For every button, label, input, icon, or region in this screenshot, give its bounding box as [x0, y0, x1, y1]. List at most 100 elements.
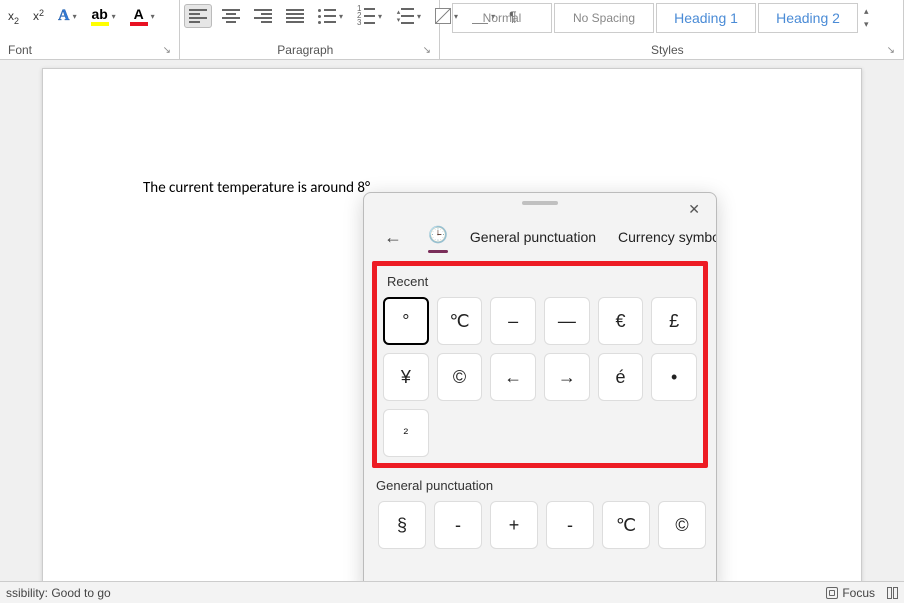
recent-grid: ° ℃ – — € £ ¥ © ← → é • ² — [383, 297, 697, 457]
align-center-icon — [222, 9, 240, 23]
text-effects-icon: A — [58, 7, 70, 25]
align-left-button[interactable] — [184, 4, 212, 28]
status-right: Focus — [826, 586, 898, 600]
paragraph-dialog-launcher[interactable]: ↘ — [423, 45, 431, 56]
ribbon-group-paragraph: ▾ 1 2 3 ▾ ▴▾ ▾ — [180, 0, 440, 59]
chevron-down-icon: ▾ — [151, 12, 155, 21]
style-name: Heading 2 — [776, 10, 840, 26]
symbol-eacute[interactable]: é — [598, 353, 644, 401]
bullets-button[interactable]: ▾ — [314, 4, 347, 28]
symbol-copyright-gp[interactable]: © — [658, 501, 706, 549]
group-label-paragraph: Paragraph — [188, 43, 423, 57]
arrow-left-icon: ← — [384, 227, 402, 247]
clock-icon: 🕒 — [428, 227, 448, 244]
chevron-down-icon: ▾ — [339, 12, 343, 21]
style-tile-normal[interactable]: Normal — [452, 3, 552, 33]
line-spacing-button[interactable]: ▴▾ ▾ — [392, 4, 425, 28]
back-button[interactable]: ← — [378, 223, 408, 252]
symbol-bullet[interactable]: • — [651, 353, 697, 401]
symbol-degree[interactable]: ° — [383, 297, 429, 345]
line-spacing-icon: ▴▾ — [396, 8, 414, 24]
general-punctuation-section: General punctuation § - + - ℃ © — [372, 478, 708, 549]
focus-label: Focus — [842, 586, 875, 600]
read-mode-button[interactable] — [887, 587, 898, 599]
symbol-copyright[interactable]: © — [437, 353, 483, 401]
chevron-down-icon: ▾ — [417, 12, 421, 21]
ribbon-group-styles: Normal No Spacing Heading 1 Heading 2 ▴ … — [440, 0, 904, 59]
close-button[interactable]: ✕ — [682, 199, 706, 220]
symbol-hyphen[interactable]: - — [434, 501, 482, 549]
font-color-button[interactable]: A ▾ — [126, 4, 159, 28]
focus-icon — [826, 587, 838, 599]
close-icon: ✕ — [688, 201, 700, 217]
styles-gallery[interactable]: Normal No Spacing Heading 1 Heading 2 ▴ … — [444, 2, 899, 34]
status-left: ssibility: Good to go — [6, 586, 111, 600]
recent-title: Recent — [387, 274, 697, 289]
tab-currency-symbols[interactable]: Currency symbols — [616, 223, 716, 251]
style-tile-nospacing[interactable]: No Spacing — [554, 3, 654, 33]
symbol-celsius[interactable]: ℃ — [437, 297, 483, 345]
symbol-right-arrow[interactable]: → — [544, 353, 590, 401]
recent-section-highlight: Recent ° ℃ – — € £ ¥ © ← → é • ² — [372, 261, 708, 468]
group-label-styles: Styles — [448, 43, 887, 57]
style-name: No Spacing — [573, 11, 635, 25]
chevron-down-icon: ▾ — [378, 12, 382, 21]
font-controls: x2 x2 A ▾ ab ▾ A — [4, 2, 175, 30]
panel-body: Recent ° ℃ – — € £ ¥ © ← → é • ² General… — [364, 261, 716, 593]
styles-more-button[interactable]: ▴ ▾ — [864, 6, 869, 30]
superscript-icon: x2 — [33, 9, 44, 23]
tab-recent[interactable]: 🕒 — [426, 219, 450, 255]
subscript-button[interactable]: x2 — [4, 4, 23, 28]
general-punctuation-grid: § - + - ℃ © — [376, 501, 708, 549]
numbering-icon: 1 2 3 — [357, 7, 375, 25]
symbol-euro[interactable]: € — [598, 297, 644, 345]
align-justify-button[interactable] — [282, 4, 308, 28]
subscript-icon: x2 — [8, 9, 19, 23]
font-dialog-launcher[interactable]: ↘ — [163, 45, 171, 56]
symbol-emdash[interactable]: — — [544, 297, 590, 345]
ribbon: x2 x2 A ▾ ab ▾ A — [0, 0, 904, 60]
align-center-button[interactable] — [218, 4, 244, 28]
styles-dialog-launcher[interactable]: ↘ — [887, 45, 895, 56]
symbol-plus[interactable]: + — [490, 501, 538, 549]
align-right-button[interactable] — [250, 4, 276, 28]
read-mode-icon — [893, 587, 898, 599]
symbol-panel: ✕ ← 🕒 General punctuation Currency symbo… — [363, 192, 717, 594]
bullets-icon — [318, 9, 336, 24]
numbering-button[interactable]: 1 2 3 ▾ — [353, 4, 386, 28]
ribbon-groups: x2 x2 A ▾ ab ▾ A — [0, 0, 904, 59]
font-color-icon: A — [130, 6, 148, 26]
chevron-down-icon: ▾ — [112, 12, 116, 21]
superscript-button[interactable]: x2 — [29, 4, 48, 28]
symbol-celsius-gp[interactable]: ℃ — [602, 501, 650, 549]
group-label-font: Font — [8, 43, 32, 57]
focus-mode-button[interactable]: Focus — [826, 586, 875, 600]
chevron-down-icon: ▾ — [73, 12, 77, 21]
align-justify-icon — [286, 9, 304, 23]
tab-general-punctuation[interactable]: General punctuation — [468, 223, 598, 251]
accessibility-status[interactable]: ssibility: Good to go — [6, 586, 111, 600]
read-mode-icon — [887, 587, 892, 599]
style-name: Heading 1 — [674, 10, 738, 26]
panel-titlebar[interactable]: ✕ — [364, 193, 716, 213]
panel-tabs: ← 🕒 General punctuation Currency symbols — [364, 213, 716, 261]
symbol-endash[interactable]: – — [490, 297, 536, 345]
symbol-left-arrow[interactable]: ← — [490, 353, 536, 401]
style-name: Normal — [483, 11, 522, 25]
align-left-icon — [189, 9, 207, 23]
panel-grip-icon — [522, 201, 558, 205]
highlight-color-button[interactable]: ab ▾ — [87, 4, 120, 28]
symbol-yen[interactable]: ¥ — [383, 353, 429, 401]
align-right-icon — [254, 9, 272, 23]
status-bar: ssibility: Good to go Focus — [0, 581, 904, 603]
style-tile-heading2[interactable]: Heading 2 — [758, 3, 858, 33]
highlight-icon: ab — [91, 6, 109, 26]
ribbon-group-font: x2 x2 A ▾ ab ▾ A — [0, 0, 180, 59]
symbol-section[interactable]: § — [378, 501, 426, 549]
style-tile-heading1[interactable]: Heading 1 — [656, 3, 756, 33]
symbol-minus[interactable]: - — [546, 501, 594, 549]
symbol-pound[interactable]: £ — [651, 297, 697, 345]
symbol-superscript2[interactable]: ² — [383, 409, 429, 457]
text-effects-button[interactable]: A ▾ — [54, 4, 81, 28]
paragraph-controls: ▾ 1 2 3 ▾ ▴▾ ▾ — [184, 2, 435, 30]
